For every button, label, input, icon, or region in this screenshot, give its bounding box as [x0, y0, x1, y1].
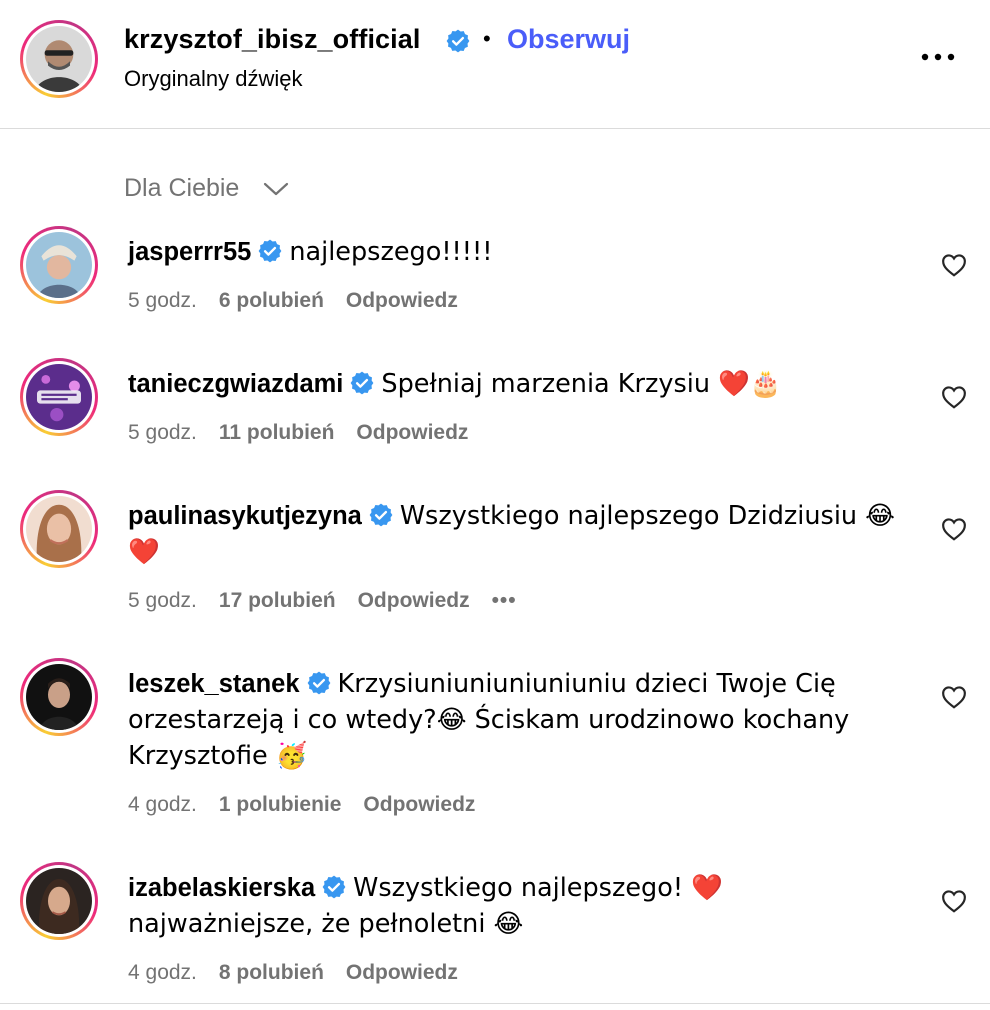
- commenter-avatar[interactable]: [20, 658, 98, 736]
- comment-text-block: tanieczgwiazdami Spełniaj marzenia Krzysi…: [128, 366, 908, 402]
- comment-likes[interactable]: 11 polubień: [219, 421, 335, 445]
- comment-meta: 5 godz. 6 polubień Odpowiedz: [128, 289, 480, 313]
- comment-likes[interactable]: 1 polubienie: [219, 793, 342, 817]
- commenter-avatar[interactable]: [20, 490, 98, 568]
- comment-body: najlepszego!!!!!: [289, 237, 493, 267]
- commenter-avatar[interactable]: [20, 358, 98, 436]
- audio-label[interactable]: Oryginalny dźwięk: [124, 66, 303, 92]
- avatar-icon: [26, 232, 92, 298]
- bottom-divider: [0, 1003, 990, 1004]
- heart-icon[interactable]: [941, 517, 967, 541]
- author-username[interactable]: krzysztof_ibisz_official: [124, 24, 421, 55]
- comment-text-block: leszek_stanek Krzysiuniuniuniuniuniu dzie…: [128, 666, 908, 774]
- post-header: krzysztof_ibisz_official • Obserwuj Oryg…: [0, 0, 990, 129]
- chevron-down-icon[interactable]: [262, 180, 290, 198]
- verified-badge-icon: [446, 29, 470, 53]
- reply-button[interactable]: Odpowiedz: [346, 961, 458, 985]
- verified-badge-icon: [258, 239, 282, 263]
- comment-likes[interactable]: 17 polubień: [219, 589, 336, 613]
- comment-time[interactable]: 4 godz.: [128, 961, 197, 985]
- heart-icon[interactable]: [941, 385, 967, 409]
- verified-badge-icon: [322, 875, 346, 899]
- heart-icon[interactable]: [941, 685, 967, 709]
- avatar-icon: [26, 26, 92, 92]
- comment-text-block: jasperrr55 najlepszego!!!!!: [128, 234, 908, 270]
- comment-body: Spełniaj marzenia Krzysiu ❤️🎂: [381, 369, 782, 399]
- heart-icon[interactable]: [941, 889, 967, 913]
- comment-likes[interactable]: 6 polubień: [219, 289, 324, 313]
- verified-badge-icon: [369, 503, 393, 527]
- follow-button[interactable]: Obserwuj: [507, 24, 630, 55]
- avatar-icon: [26, 496, 92, 562]
- avatar-icon: [26, 364, 92, 430]
- commenter-username[interactable]: tanieczgwiazdami: [128, 370, 343, 398]
- comment-time[interactable]: 5 godz.: [128, 421, 197, 445]
- verified-badge-icon: [351, 371, 374, 395]
- more-options-icon[interactable]: [918, 44, 958, 70]
- commenter-avatar[interactable]: [20, 226, 98, 304]
- comment-meta: 4 godz. 8 polubień Odpowiedz: [128, 961, 480, 985]
- comment-time[interactable]: 5 godz.: [128, 589, 197, 613]
- commenter-username[interactable]: jasperrr55: [128, 238, 251, 266]
- comment-sort-dropdown[interactable]: Dla Ciebie: [124, 174, 239, 203]
- commenter-avatar[interactable]: [20, 862, 98, 940]
- separator-dot: •: [483, 26, 491, 51]
- comment-text-block: paulinasykutjezyna Wszystkiego najlepszeg…: [128, 498, 908, 570]
- reply-button[interactable]: Odpowiedz: [363, 793, 475, 817]
- comment-text-block: izabelaskierska Wszystkiego najlepszego! …: [128, 870, 908, 942]
- heart-icon[interactable]: [941, 253, 967, 277]
- comment-meta: 5 godz. 17 polubień Odpowiedz •••: [128, 589, 539, 613]
- comment-meta: 4 godz. 1 polubienie Odpowiedz: [128, 793, 497, 817]
- comment-time[interactable]: 5 godz.: [128, 289, 197, 313]
- author-avatar[interactable]: [20, 20, 98, 98]
- comment-likes[interactable]: 8 polubień: [219, 961, 324, 985]
- reply-button[interactable]: Odpowiedz: [346, 289, 458, 313]
- verified-badge-icon: [307, 671, 330, 695]
- commenter-username[interactable]: izabelaskierska: [128, 874, 315, 902]
- reply-button[interactable]: Odpowiedz: [358, 589, 470, 613]
- comment-more-button[interactable]: •••: [492, 589, 517, 613]
- avatar-icon: [26, 664, 92, 730]
- avatar-icon: [26, 868, 92, 934]
- comment-time[interactable]: 4 godz.: [128, 793, 197, 817]
- commenter-username[interactable]: leszek_stanek: [128, 670, 300, 698]
- reply-button[interactable]: Odpowiedz: [356, 421, 468, 445]
- commenter-username[interactable]: paulinasykutjezyna: [128, 502, 362, 530]
- comment-meta: 5 godz. 11 polubień Odpowiedz: [128, 421, 490, 445]
